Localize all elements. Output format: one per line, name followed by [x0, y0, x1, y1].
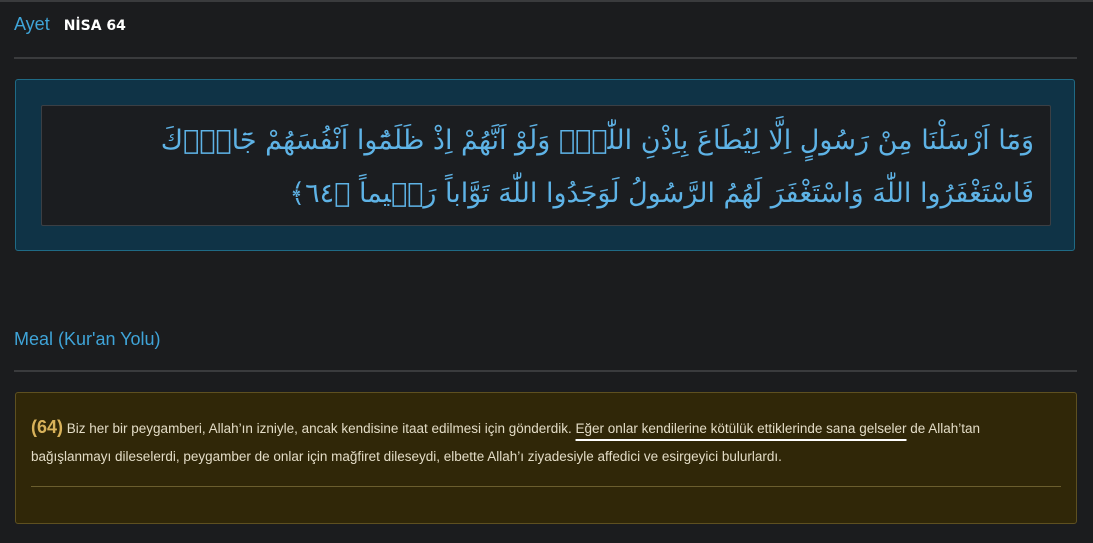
meal-text-start: Biz her bir peygamberi, Allah’ın izniyle… [63, 421, 576, 436]
ayet-reference: NİSA 64 [63, 18, 126, 34]
ayet-section-title: Ayet [14, 14, 50, 34]
meal-divider [31, 486, 1061, 487]
ayet-header: Ayet NİSA 64 [14, 14, 126, 35]
meal-text[interactable]: (64) Biz her bir peygamberi, Allah’ın iz… [31, 413, 1061, 471]
section-divider-bottom [0, 1, 1093, 2]
meal-panel: (64) Biz her bir peygamberi, Allah’ın iz… [15, 392, 1077, 524]
arabic-verse-box: وَمَٓا اَرْسَلْنَا مِنْ رَسُولٍ اِلَّا ل… [41, 105, 1051, 226]
divider [14, 57, 1077, 59]
meal-section-title: Meal (Kur'an Yolu) [14, 329, 161, 349]
meal-verse-number: (64) [31, 417, 64, 437]
verse-number-marker: ﴿٦٤﴾ [289, 178, 351, 209]
meal-highlighted-phrase: Eğer onlar kendilerine kötülük ettikleri… [575, 421, 907, 436]
arabic-verse-text[interactable]: وَمَٓا اَرْسَلْنَا مِنْ رَسُولٍ اِلَّا ل… [58, 114, 1034, 220]
arabic-verse-panel: وَمَٓا اَرْسَلْنَا مِنْ رَسُولٍ اِلَّا ل… [15, 79, 1075, 251]
divider [14, 370, 1077, 372]
